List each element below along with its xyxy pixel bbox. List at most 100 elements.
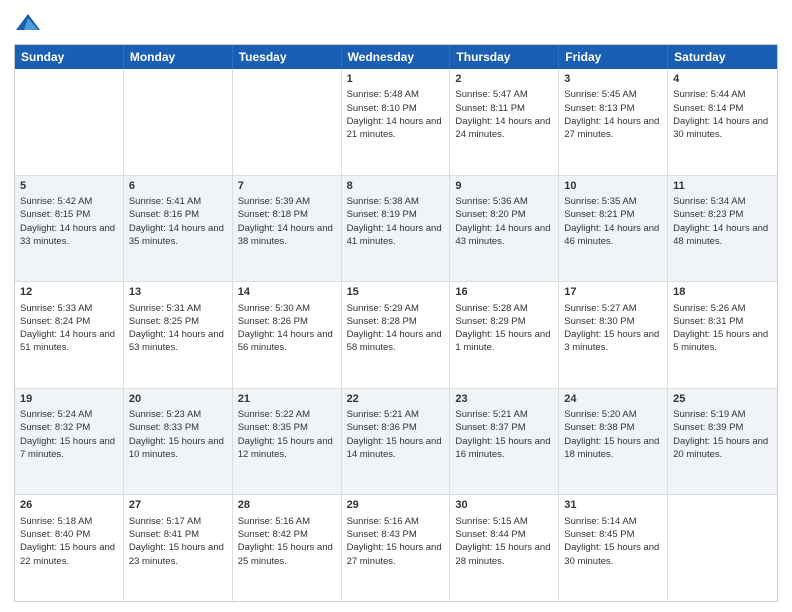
header-day-wednesday: Wednesday	[342, 45, 451, 69]
day-info: Sunrise: 5:41 AM Sunset: 8:16 PM Dayligh…	[129, 196, 224, 247]
day-number: 28	[238, 498, 336, 513]
calendar-cell: 4 Sunrise: 5:44 AM Sunset: 8:14 PM Daylig…	[668, 69, 777, 175]
day-info: Sunrise: 5:21 AM Sunset: 8:37 PM Dayligh…	[455, 409, 550, 460]
day-info: Sunrise: 5:18 AM Sunset: 8:40 PM Dayligh…	[20, 516, 115, 567]
calendar-header-row: SundayMondayTuesdayWednesdayThursdayFrid…	[15, 45, 777, 69]
calendar-cell: 18Sunrise: 5:26 AM Sunset: 8:31 PM Dayli…	[668, 282, 777, 388]
day-info: Sunrise: 5:21 AM Sunset: 8:36 PM Dayligh…	[347, 409, 442, 460]
calendar-cell: 15 Sunrise: 5:29 AM Sunset: 8:28 PM Dayli…	[342, 282, 451, 388]
calendar-cell: 25 Sunrise: 5:19 AM Sunset: 8:39 PM Dayli…	[668, 389, 777, 495]
day-info: Sunrise: 5:16 AM Sunset: 8:42 PM Dayligh…	[238, 516, 333, 567]
calendar-cell: 11Sunrise: 5:34 AM Sunset: 8:23 PM Dayli…	[668, 176, 777, 282]
day-number: 18	[673, 285, 772, 300]
calendar-cell: 6 Sunrise: 5:41 AM Sunset: 8:16 PM Daylig…	[124, 176, 233, 282]
day-number: 7	[238, 179, 336, 194]
calendar-cell: 14Sunrise: 5:30 AM Sunset: 8:26 PM Dayli…	[233, 282, 342, 388]
day-info: Sunrise: 5:42 AM Sunset: 8:15 PM Dayligh…	[20, 196, 115, 247]
day-info: Sunrise: 5:47 AM Sunset: 8:11 PM Dayligh…	[455, 89, 550, 140]
day-number: 2	[455, 72, 553, 87]
calendar-cell: 23 Sunrise: 5:21 AM Sunset: 8:37 PM Dayli…	[450, 389, 559, 495]
day-number: 19	[20, 392, 118, 407]
day-number: 17	[564, 285, 662, 300]
calendar-row-2: 12Sunrise: 5:33 AM Sunset: 8:24 PM Dayli…	[15, 281, 777, 388]
calendar-cell: 12Sunrise: 5:33 AM Sunset: 8:24 PM Dayli…	[15, 282, 124, 388]
day-number: 26	[20, 498, 118, 513]
day-info: Sunrise: 5:16 AM Sunset: 8:43 PM Dayligh…	[347, 516, 442, 567]
calendar-cell: 26 Sunrise: 5:18 AM Sunset: 8:40 PM Dayli…	[15, 495, 124, 601]
day-info: Sunrise: 5:29 AM Sunset: 8:28 PM Dayligh…	[347, 303, 442, 354]
day-info: Sunrise: 5:22 AM Sunset: 8:35 PM Dayligh…	[238, 409, 333, 460]
calendar-cell: 5 Sunrise: 5:42 AM Sunset: 8:15 PM Daylig…	[15, 176, 124, 282]
day-number: 16	[455, 285, 553, 300]
day-info: Sunrise: 5:35 AM Sunset: 8:21 PM Dayligh…	[564, 196, 659, 247]
calendar-cell: 24 Sunrise: 5:20 AM Sunset: 8:38 PM Dayli…	[559, 389, 668, 495]
day-info: Sunrise: 5:28 AM Sunset: 8:29 PM Dayligh…	[455, 303, 550, 354]
logo	[14, 10, 46, 38]
day-number: 13	[129, 285, 227, 300]
day-info: Sunrise: 5:20 AM Sunset: 8:38 PM Dayligh…	[564, 409, 659, 460]
calendar-cell: 9 Sunrise: 5:36 AM Sunset: 8:20 PM Daylig…	[450, 176, 559, 282]
calendar-row-3: 19Sunrise: 5:24 AM Sunset: 8:32 PM Dayli…	[15, 388, 777, 495]
day-number: 9	[455, 179, 553, 194]
header-day-thursday: Thursday	[450, 45, 559, 69]
day-number: 15	[347, 285, 445, 300]
header-day-friday: Friday	[559, 45, 668, 69]
calendar-cell: 21 Sunrise: 5:22 AM Sunset: 8:35 PM Dayli…	[233, 389, 342, 495]
calendar-row-0: 1 Sunrise: 5:48 AM Sunset: 8:10 PM Daylig…	[15, 69, 777, 175]
calendar-cell: 31Sunrise: 5:14 AM Sunset: 8:45 PM Dayli…	[559, 495, 668, 601]
day-info: Sunrise: 5:34 AM Sunset: 8:23 PM Dayligh…	[673, 196, 768, 247]
header-day-saturday: Saturday	[668, 45, 777, 69]
day-number: 30	[455, 498, 553, 513]
day-number: 3	[564, 72, 662, 87]
calendar-cell: 27 Sunrise: 5:17 AM Sunset: 8:41 PM Dayli…	[124, 495, 233, 601]
day-number: 29	[347, 498, 445, 513]
calendar-row-4: 26 Sunrise: 5:18 AM Sunset: 8:40 PM Dayli…	[15, 494, 777, 601]
header	[14, 10, 778, 38]
calendar-cell: 8Sunrise: 5:38 AM Sunset: 8:19 PM Daylig…	[342, 176, 451, 282]
day-number: 4	[673, 72, 772, 87]
day-number: 22	[347, 392, 445, 407]
logo-icon	[14, 10, 42, 38]
header-day-sunday: Sunday	[15, 45, 124, 69]
day-number: 23	[455, 392, 553, 407]
day-info: Sunrise: 5:27 AM Sunset: 8:30 PM Dayligh…	[564, 303, 659, 354]
calendar-cell: 28 Sunrise: 5:16 AM Sunset: 8:42 PM Dayli…	[233, 495, 342, 601]
day-info: Sunrise: 5:48 AM Sunset: 8:10 PM Dayligh…	[347, 89, 442, 140]
day-number: 10	[564, 179, 662, 194]
calendar-body: 1 Sunrise: 5:48 AM Sunset: 8:10 PM Daylig…	[15, 69, 777, 601]
day-number: 6	[129, 179, 227, 194]
calendar-cell: 13 Sunrise: 5:31 AM Sunset: 8:25 PM Dayli…	[124, 282, 233, 388]
day-info: Sunrise: 5:17 AM Sunset: 8:41 PM Dayligh…	[129, 516, 224, 567]
day-info: Sunrise: 5:23 AM Sunset: 8:33 PM Dayligh…	[129, 409, 224, 460]
calendar-row-1: 5 Sunrise: 5:42 AM Sunset: 8:15 PM Daylig…	[15, 175, 777, 282]
day-number: 5	[20, 179, 118, 194]
calendar-cell: 16 Sunrise: 5:28 AM Sunset: 8:29 PM Dayli…	[450, 282, 559, 388]
calendar-cell	[124, 69, 233, 175]
day-number: 1	[347, 72, 445, 87]
day-number: 8	[347, 179, 445, 194]
day-number: 21	[238, 392, 336, 407]
day-info: Sunrise: 5:15 AM Sunset: 8:44 PM Dayligh…	[455, 516, 550, 567]
day-info: Sunrise: 5:45 AM Sunset: 8:13 PM Dayligh…	[564, 89, 659, 140]
day-info: Sunrise: 5:36 AM Sunset: 8:20 PM Dayligh…	[455, 196, 550, 247]
day-info: Sunrise: 5:19 AM Sunset: 8:39 PM Dayligh…	[673, 409, 768, 460]
day-number: 27	[129, 498, 227, 513]
day-info: Sunrise: 5:39 AM Sunset: 8:18 PM Dayligh…	[238, 196, 333, 247]
header-day-tuesday: Tuesday	[233, 45, 342, 69]
calendar-cell: 22 Sunrise: 5:21 AM Sunset: 8:36 PM Dayli…	[342, 389, 451, 495]
day-number: 20	[129, 392, 227, 407]
calendar-cell: 20 Sunrise: 5:23 AM Sunset: 8:33 PM Dayli…	[124, 389, 233, 495]
calendar-cell: 1 Sunrise: 5:48 AM Sunset: 8:10 PM Daylig…	[342, 69, 451, 175]
calendar-cell: 30 Sunrise: 5:15 AM Sunset: 8:44 PM Dayli…	[450, 495, 559, 601]
page: SundayMondayTuesdayWednesdayThursdayFrid…	[0, 0, 792, 612]
calendar-cell: 3 Sunrise: 5:45 AM Sunset: 8:13 PM Daylig…	[559, 69, 668, 175]
day-number: 25	[673, 392, 772, 407]
day-info: Sunrise: 5:31 AM Sunset: 8:25 PM Dayligh…	[129, 303, 224, 354]
calendar-cell	[233, 69, 342, 175]
day-info: Sunrise: 5:44 AM Sunset: 8:14 PM Dayligh…	[673, 89, 768, 140]
calendar-cell: 19Sunrise: 5:24 AM Sunset: 8:32 PM Dayli…	[15, 389, 124, 495]
calendar: SundayMondayTuesdayWednesdayThursdayFrid…	[14, 44, 778, 602]
day-number: 12	[20, 285, 118, 300]
day-number: 24	[564, 392, 662, 407]
day-info: Sunrise: 5:30 AM Sunset: 8:26 PM Dayligh…	[238, 303, 333, 354]
